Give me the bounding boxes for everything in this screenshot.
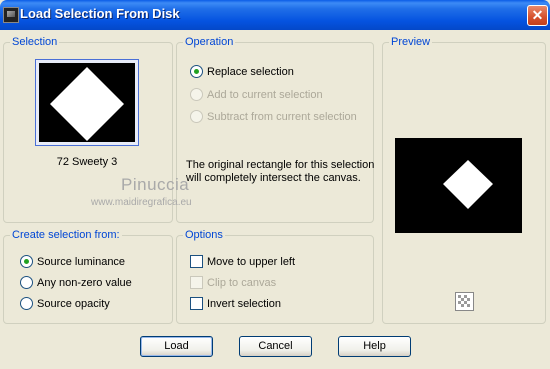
options-group-title: Options — [183, 229, 225, 241]
title-bar: Load Selection From Disk ✕ — [0, 0, 550, 30]
checkbox-box — [190, 276, 203, 289]
intersect-note: The original rectangle for this selectio… — [186, 159, 375, 184]
selection-thumbnail[interactable] — [35, 59, 139, 146]
radio-indicator[interactable] — [190, 65, 203, 78]
source-luminance-label: Source luminance — [37, 256, 126, 268]
watermark-name: Pinuccia — [121, 175, 190, 194]
subtract-from-selection-label: Subtract from current selection — [207, 111, 357, 123]
preview-group-title: Preview — [389, 36, 433, 48]
close-button[interactable]: ✕ — [527, 5, 548, 26]
diamond-shape — [50, 67, 124, 141]
operation-group-title: Operation — [183, 36, 236, 48]
selection-file-name: 72 Sweety 3 — [56, 156, 118, 168]
radio-indicator[interactable] — [20, 255, 33, 268]
load-button[interactable]: Load — [140, 336, 213, 357]
selection-group-title: Selection — [10, 36, 60, 48]
invert-selection-label: Invert selection — [207, 298, 281, 310]
help-button[interactable]: Help — [338, 336, 411, 357]
clip-to-canvas-label: Clip to canvas — [207, 277, 277, 289]
preview-diamond-shape — [443, 160, 493, 209]
radio-indicator — [190, 110, 203, 123]
radio-indicator[interactable] — [20, 297, 33, 310]
checkbox-box[interactable] — [190, 297, 203, 310]
app-icon — [3, 7, 19, 23]
any-non-zero-value-label: Any non-zero value — [37, 277, 132, 289]
checkerboard-icon[interactable] — [455, 292, 474, 311]
move-to-upper-left-label: Move to upper left — [207, 256, 296, 268]
source-opacity-label: Source opacity — [37, 298, 110, 310]
checkbox-box[interactable] — [190, 255, 203, 268]
create-selection-from-title: Create selection from: — [10, 229, 122, 241]
add-to-selection-label: Add to current selection — [207, 89, 323, 101]
cancel-button[interactable]: Cancel — [239, 336, 312, 357]
preview-image — [395, 138, 522, 233]
window-title: Load Selection From Disk — [20, 6, 180, 21]
replace-selection-label: Replace selection — [207, 66, 294, 78]
selection-thumbnail-image — [39, 63, 135, 142]
radio-indicator[interactable] — [20, 276, 33, 289]
radio-indicator — [190, 88, 203, 101]
watermark-url: www.maidiregrafica.eu — [91, 197, 192, 208]
